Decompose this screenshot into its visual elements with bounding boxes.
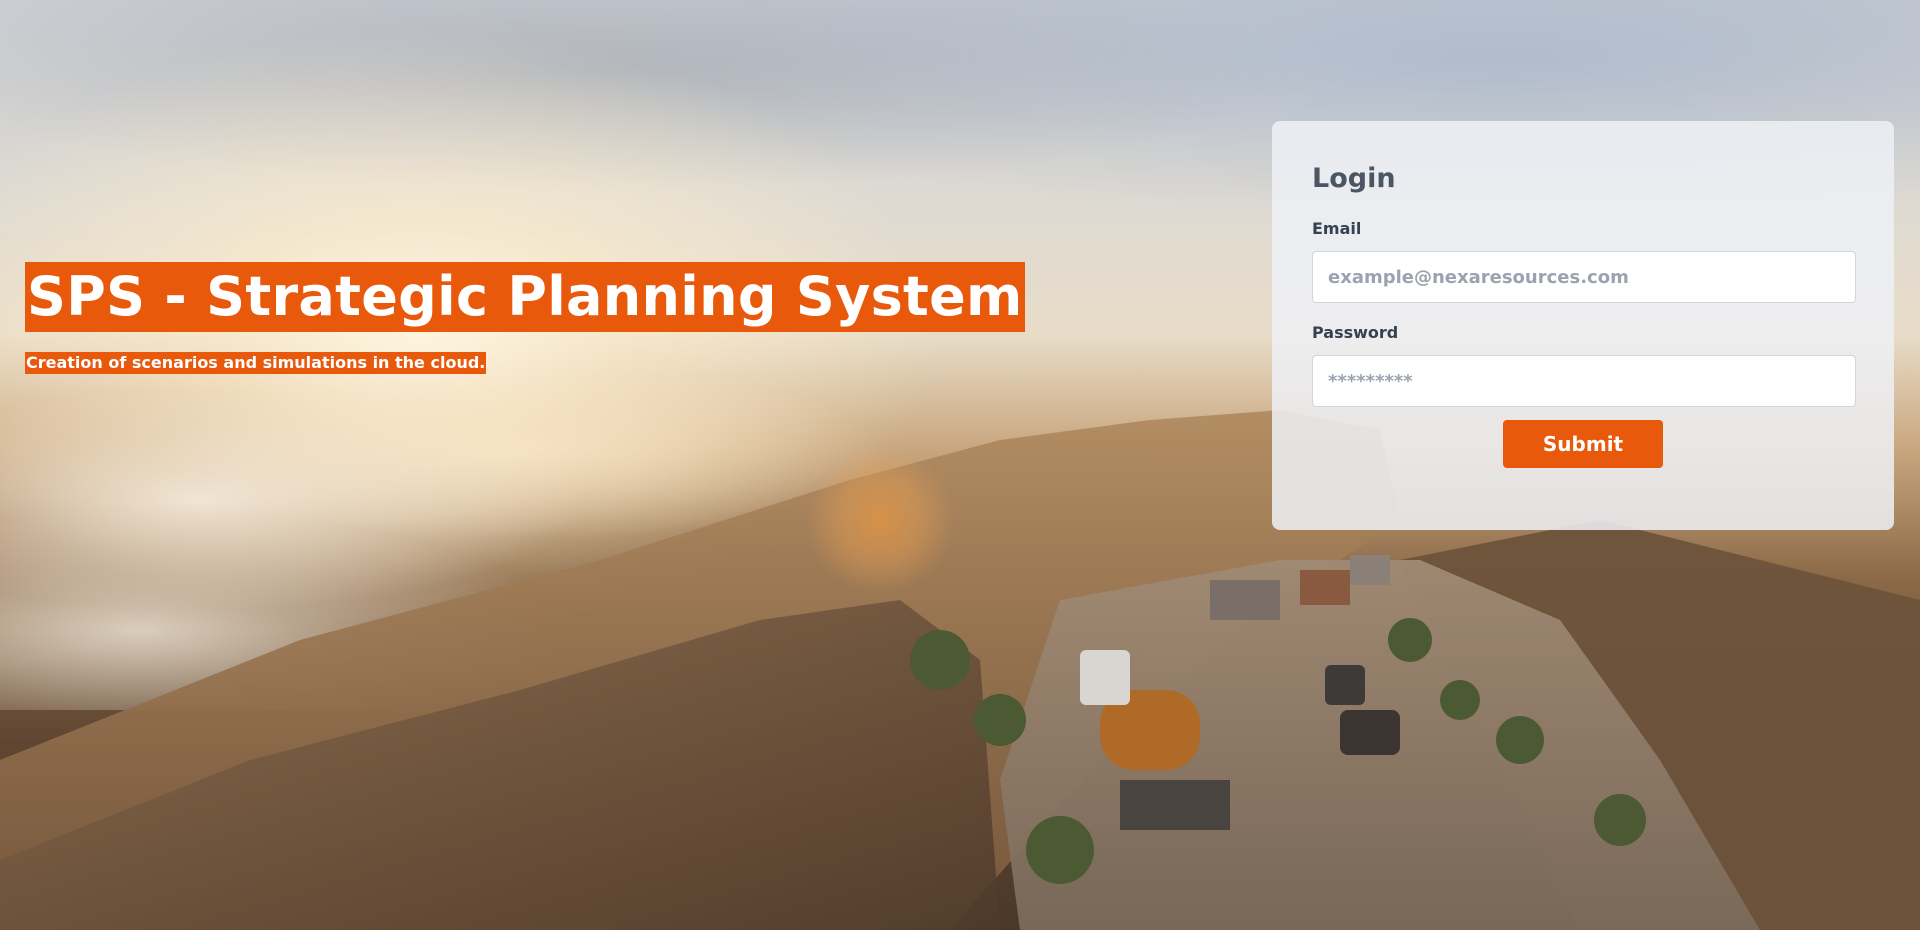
login-card: Login Email Password Submit [1272,121,1894,530]
login-heading: Login [1312,163,1396,194]
page-title: SPS - Strategic Planning System [25,262,1025,332]
password-label: Password [1312,323,1399,342]
password-field[interactable] [1312,355,1856,407]
email-field[interactable] [1312,251,1856,303]
hero-section: SPS - Strategic Planning System Creation… [25,262,1025,374]
page-subtitle: Creation of scenarios and simulations in… [25,352,487,374]
sun-flare [805,445,955,595]
submit-row: Submit [1312,420,1854,468]
login-page: SPS - Strategic Planning System Creation… [0,0,1920,930]
submit-button[interactable]: Submit [1503,420,1663,468]
email-label: Email [1312,219,1362,238]
